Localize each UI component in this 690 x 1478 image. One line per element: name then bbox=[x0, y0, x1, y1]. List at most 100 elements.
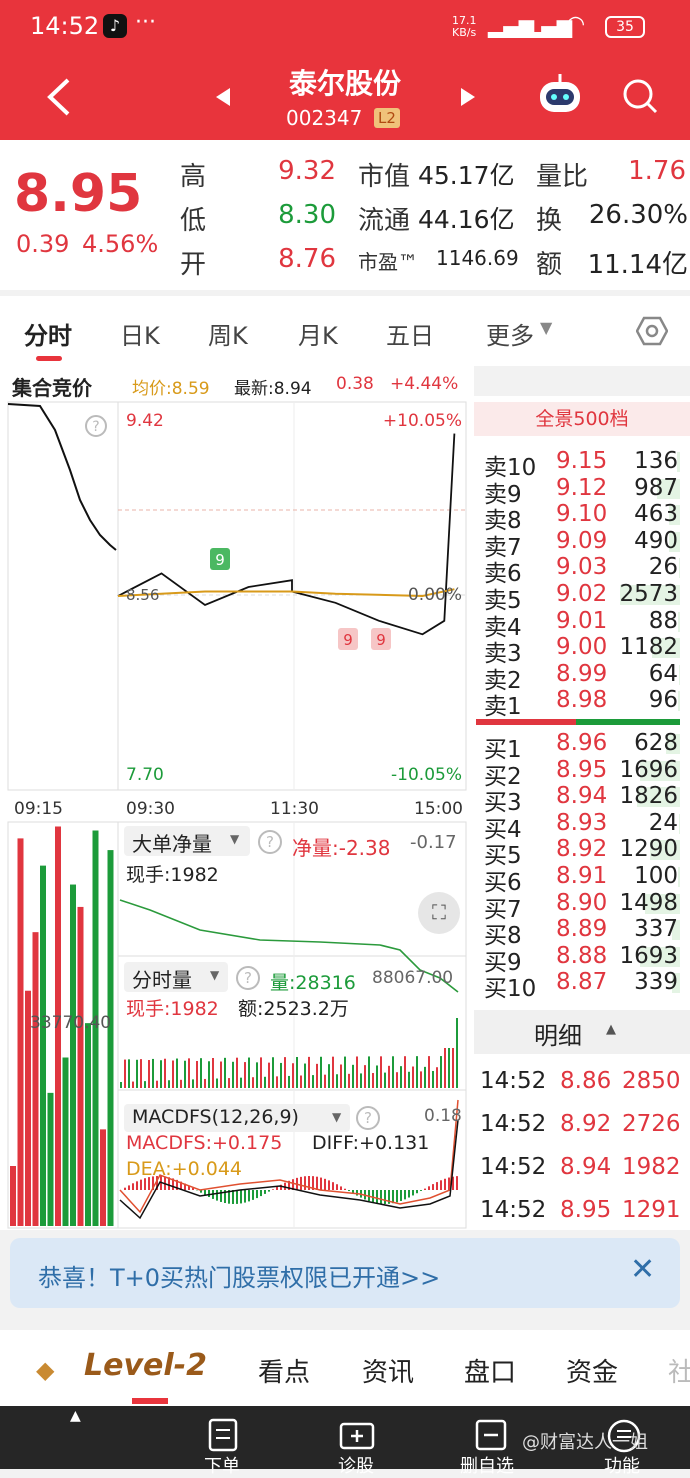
zero-pct-label: 0.00% bbox=[408, 585, 462, 605]
network-speed: 17.1 KB/s bbox=[452, 15, 477, 39]
level-volume: 64 bbox=[649, 661, 678, 687]
macd-bar bbox=[344, 1189, 346, 1190]
macd-bar bbox=[264, 1190, 266, 1194]
buy-level-row[interactable]: 买58.921290 bbox=[474, 836, 690, 862]
volume-bar bbox=[240, 1078, 242, 1088]
tab-intraday[interactable]: 分时 bbox=[24, 316, 72, 351]
big-order-selector[interactable]: 大单净量 ▼ bbox=[124, 826, 250, 856]
auction-volume-bar bbox=[85, 1023, 91, 1226]
sell-level-row[interactable]: 卖59.022573 bbox=[474, 581, 690, 607]
volume-bar bbox=[252, 1077, 254, 1088]
trade-detail-row[interactable]: 14:528.951291 bbox=[474, 1189, 690, 1229]
level-price: 9.03 bbox=[556, 554, 607, 580]
nav-order[interactable]: 下单 bbox=[204, 1452, 240, 1478]
order-icon[interactable] bbox=[206, 1418, 242, 1454]
help-icon[interactable]: ? bbox=[236, 966, 260, 990]
robot-icon[interactable] bbox=[536, 72, 584, 118]
volume-bar bbox=[244, 1062, 246, 1088]
level-price: 9.10 bbox=[556, 501, 607, 527]
mcap-value: 45.17亿 bbox=[418, 156, 515, 192]
turnover-label: 换 bbox=[536, 200, 562, 237]
promo-banner[interactable]: 恭喜！T+0买热门股票权限已开通>> ✕ bbox=[10, 1238, 680, 1308]
sell-level-row[interactable]: 卖39.001182 bbox=[474, 634, 690, 660]
buy-level-row[interactable]: 买48.9324 bbox=[474, 810, 690, 836]
tab-order-book[interactable]: 盘口 bbox=[464, 1352, 516, 1389]
volume-selector[interactable]: 分时量 ▼ bbox=[124, 962, 228, 992]
level-label: 卖1 bbox=[484, 687, 522, 721]
sell-level-row[interactable]: 卖79.09490 bbox=[474, 528, 690, 554]
y-axis-low: 7.70 bbox=[126, 765, 164, 785]
remove-watchlist-icon[interactable] bbox=[474, 1418, 510, 1454]
volume-bar bbox=[248, 1058, 250, 1088]
expand-icon[interactable]: ⛶ bbox=[418, 892, 460, 934]
help-icon[interactable]: ? bbox=[258, 830, 282, 854]
macd-bar bbox=[316, 1177, 318, 1190]
sell-level-row[interactable]: 卖89.10463 bbox=[474, 501, 690, 527]
search-icon[interactable] bbox=[620, 76, 660, 118]
sell-level-row[interactable]: 卖109.15136 bbox=[474, 448, 690, 474]
level2-tab[interactable]: Level-2 bbox=[84, 1348, 207, 1383]
sell-level-row[interactable]: 卖49.0188 bbox=[474, 608, 690, 634]
trade-detail-row[interactable]: 14:528.941982 bbox=[474, 1146, 690, 1186]
volume-bar bbox=[176, 1059, 178, 1088]
prev-stock-icon[interactable] bbox=[214, 86, 232, 108]
tab-more[interactable]: 更多 bbox=[486, 316, 534, 351]
buy-level-row[interactable]: 买108.87339 bbox=[474, 969, 690, 995]
nav-remove-watchlist[interactable]: 删自选 bbox=[460, 1452, 514, 1478]
volume-bar bbox=[440, 1056, 442, 1088]
auction-volume-bar bbox=[18, 838, 24, 1226]
macd-bar bbox=[432, 1184, 434, 1190]
buy-level-row[interactable]: 买98.881693 bbox=[474, 943, 690, 969]
sell-level-row[interactable]: 卖18.9896 bbox=[474, 687, 690, 713]
macd-bar bbox=[416, 1190, 418, 1193]
sell-level-row[interactable]: 卖69.0326 bbox=[474, 554, 690, 580]
tab-funds[interactable]: 资金 bbox=[566, 1352, 618, 1389]
float-label: 流通 bbox=[358, 200, 410, 237]
level-volume: 1182 bbox=[619, 634, 678, 660]
details-header[interactable]: 明细 ▲ bbox=[474, 1010, 690, 1054]
buy-level-row[interactable]: 买28.951696 bbox=[474, 757, 690, 783]
order-book: 全景500档 卖109.15136卖99.12987卖89.10463卖79.0… bbox=[474, 396, 690, 1230]
trade-detail-row[interactable]: 14:528.922726 bbox=[474, 1103, 690, 1143]
settings-icon[interactable] bbox=[636, 316, 668, 346]
tab-weekly-k[interactable]: 周K bbox=[208, 316, 248, 351]
volume-bar bbox=[264, 1077, 266, 1088]
tab-five-day[interactable]: 五日 bbox=[386, 316, 434, 351]
help-icon[interactable]: ? bbox=[356, 1106, 380, 1130]
buy-level-row[interactable]: 买38.941826 bbox=[474, 783, 690, 809]
diagnose-icon[interactable] bbox=[338, 1418, 378, 1454]
tab-highlights[interactable]: 看点 bbox=[258, 1352, 310, 1389]
volume-ratio-value: 1.76 bbox=[600, 156, 686, 186]
tab-active-indicator bbox=[132, 1398, 168, 1404]
volume-bar bbox=[156, 1081, 158, 1088]
chart-panel[interactable]: 集合竞价 均价:8.59 最新:8.94 0.38 +4.44% 9.42 7.… bbox=[0, 366, 474, 1230]
macd-bar bbox=[300, 1177, 302, 1190]
buy-level-row[interactable]: 买18.96628 bbox=[474, 730, 690, 756]
tab-news[interactable]: 资讯 bbox=[362, 1352, 414, 1389]
buy-level-row[interactable]: 买88.89337 bbox=[474, 916, 690, 942]
close-icon[interactable]: ✕ bbox=[630, 1252, 655, 1287]
tab-daily-k[interactable]: 日K bbox=[120, 316, 160, 351]
level-price: 8.92 bbox=[556, 836, 607, 862]
next-stock-icon[interactable] bbox=[459, 86, 477, 108]
back-icon[interactable] bbox=[44, 76, 74, 118]
nav-functions[interactable]: 功能 bbox=[604, 1452, 640, 1478]
level-volume: 96 bbox=[649, 687, 678, 713]
panorama-500-button[interactable]: 全景500档 bbox=[474, 402, 690, 436]
nav-diagnose[interactable]: 诊股 bbox=[338, 1452, 374, 1478]
buy-level-row[interactable]: 买78.901498 bbox=[474, 890, 690, 916]
volume-bar bbox=[432, 1071, 434, 1088]
tab-community[interactable]: 社 bbox=[668, 1352, 690, 1389]
expand-up-icon[interactable]: ▲ bbox=[70, 1408, 81, 1424]
tab-monthly-k[interactable]: 月K bbox=[298, 316, 338, 351]
macd-bar bbox=[384, 1190, 386, 1204]
buy-ratio-bar bbox=[576, 719, 680, 725]
trade-detail-row[interactable]: 14:528.862850 bbox=[474, 1060, 690, 1100]
more-dropdown-icon[interactable]: ▼ bbox=[540, 318, 552, 337]
sell-level-row[interactable]: 卖99.12987 bbox=[474, 475, 690, 501]
buy-level-row[interactable]: 买68.91100 bbox=[474, 863, 690, 889]
big-order-net: 净量:-2.38 bbox=[292, 832, 391, 861]
macd-selector[interactable]: MACDFS(12,26,9) ▼ bbox=[124, 1104, 350, 1132]
macd-bar bbox=[456, 1176, 458, 1190]
sell-level-row[interactable]: 卖28.9964 bbox=[474, 661, 690, 687]
